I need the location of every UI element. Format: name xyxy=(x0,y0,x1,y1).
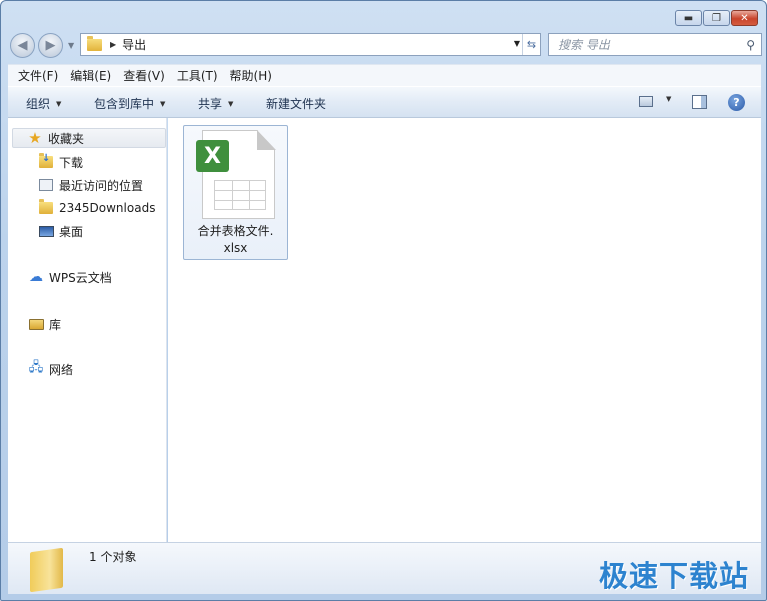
nav-item-desktop[interactable]: 桌面 xyxy=(38,221,83,241)
caption-buttons: ▬ ❐ ✕ xyxy=(675,10,758,26)
address-dropdown-icon[interactable]: ▼ xyxy=(514,39,520,48)
organize-button[interactable]: 组织 ▼ xyxy=(26,95,61,112)
view-options-button[interactable]: ▼ xyxy=(660,95,671,103)
navigation-pane: ★ 收藏夹 下载 最近访问的位置 2345Downloads 桌面 ☁ WPS云… xyxy=(8,118,167,542)
address-bar[interactable]: ▶ 导出 ▼ ⇆ xyxy=(80,33,541,56)
back-arrow-icon: ◀ xyxy=(17,38,28,53)
file-name-line2: xlsx xyxy=(223,241,248,255)
explorer-window: ▬ ❐ ✕ ◀ ▶ ▼ ▶ 导出 ▼ ⇆ ⚲ 文件(F) 编辑(E) 查看(V)… xyxy=(0,0,767,601)
command-bar: 组织 ▼ 包含到库中 ▼ 共享 ▼ 新建文件夹 ▼ ? xyxy=(8,86,761,118)
nav-item-label: 下载 xyxy=(59,155,84,170)
include-in-library-button[interactable]: 包含到库中 ▼ xyxy=(94,95,165,112)
include-in-library-label: 包含到库中 xyxy=(94,97,155,111)
maximize-button[interactable]: ❐ xyxy=(703,10,730,26)
star-icon: ★ xyxy=(28,129,42,147)
menu-tools[interactable]: 工具(T) xyxy=(171,67,224,84)
nav-item-2345downloads[interactable]: 2345Downloads xyxy=(38,198,155,218)
nav-wps-label: WPS云文档 xyxy=(49,270,112,285)
nav-favorites[interactable]: ★ 收藏夹 xyxy=(12,128,166,148)
network-icon: 🖧 xyxy=(28,360,44,375)
forward-button[interactable]: ▶ xyxy=(38,33,63,58)
menu-edit[interactable]: 编辑(E) xyxy=(64,67,117,84)
spreadsheet-grid-icon xyxy=(214,180,266,210)
nav-item-label: 桌面 xyxy=(59,224,84,239)
library-icon xyxy=(28,316,44,332)
share-label: 共享 xyxy=(198,97,223,111)
download-folder-icon xyxy=(38,153,54,170)
search-input[interactable] xyxy=(558,37,728,52)
back-button[interactable]: ◀ xyxy=(10,33,35,58)
recent-pages-dropdown-icon[interactable]: ▼ xyxy=(68,41,74,50)
minimize-button[interactable]: ▬ xyxy=(675,10,702,26)
forward-arrow-icon: ▶ xyxy=(45,38,56,53)
search-box: ⚲ xyxy=(548,33,762,56)
file-list-area[interactable]: X 合并表格文件. xlsx xyxy=(168,118,761,542)
folder-icon xyxy=(30,547,63,593)
file-item[interactable]: X 合并表格文件. xlsx xyxy=(183,125,288,260)
watermark-logo: 极速下载站 xyxy=(598,559,749,593)
help-icon[interactable]: ? xyxy=(728,94,745,111)
refresh-icon: ⇆ xyxy=(526,38,537,51)
share-button[interactable]: 共享 ▼ xyxy=(198,95,233,112)
nav-libraries[interactable]: 库 xyxy=(28,314,61,334)
new-folder-label: 新建文件夹 xyxy=(266,97,327,111)
address-row: ◀ ▶ ▼ ▶ 导出 ▼ ⇆ ⚲ xyxy=(10,32,762,58)
excel-icon: X xyxy=(196,140,229,172)
details-pane: 1 个对象 极速下载站 xyxy=(8,542,761,594)
nav-libraries-label: 库 xyxy=(49,317,62,332)
change-view-icon[interactable] xyxy=(639,96,653,107)
breadcrumb-arrow-icon[interactable]: ▶ xyxy=(110,40,116,49)
file-name: 合并表格文件. xlsx xyxy=(184,223,287,257)
organize-label: 组织 xyxy=(26,97,51,111)
folder-icon xyxy=(87,35,102,51)
menu-view[interactable]: 查看(V) xyxy=(117,67,171,84)
breadcrumb-current[interactable]: 导出 xyxy=(122,36,146,53)
chevron-down-icon: ▼ xyxy=(160,99,166,108)
nav-wps-cloud[interactable]: ☁ WPS云文档 xyxy=(28,267,112,287)
menu-file[interactable]: 文件(F) xyxy=(12,67,64,84)
menu-help[interactable]: 帮助(H) xyxy=(224,67,278,84)
preview-pane-icon[interactable] xyxy=(692,95,707,109)
nav-network[interactable]: 🖧 网络 xyxy=(28,359,73,379)
file-name-line1: 合并表格文件. xyxy=(197,224,274,238)
nav-item-recent-places[interactable]: 最近访问的位置 xyxy=(38,175,143,195)
recent-places-icon xyxy=(38,177,54,193)
nav-network-label: 网络 xyxy=(49,362,74,377)
menu-bar: 文件(F) 编辑(E) 查看(V) 工具(T) 帮助(H) xyxy=(8,64,761,86)
nav-item-downloads[interactable]: 下载 xyxy=(38,152,83,172)
nav-favorites-label: 收藏夹 xyxy=(48,131,85,146)
new-folder-button[interactable]: 新建文件夹 xyxy=(266,95,326,112)
close-button[interactable]: ✕ xyxy=(731,10,758,26)
desktop-icon xyxy=(38,223,54,239)
folder-icon xyxy=(38,199,54,216)
nav-item-label: 最近访问的位置 xyxy=(59,178,144,193)
cloud-icon: ☁ xyxy=(29,269,43,285)
search-icon[interactable]: ⚲ xyxy=(746,38,755,52)
chevron-down-icon: ▼ xyxy=(666,95,672,103)
item-count: 1 个对象 xyxy=(89,550,137,564)
refresh-button[interactable]: ⇆ xyxy=(522,34,540,55)
chevron-down-icon: ▼ xyxy=(56,99,62,108)
nav-item-label: 2345Downloads xyxy=(59,201,156,215)
chevron-down-icon: ▼ xyxy=(228,99,234,108)
